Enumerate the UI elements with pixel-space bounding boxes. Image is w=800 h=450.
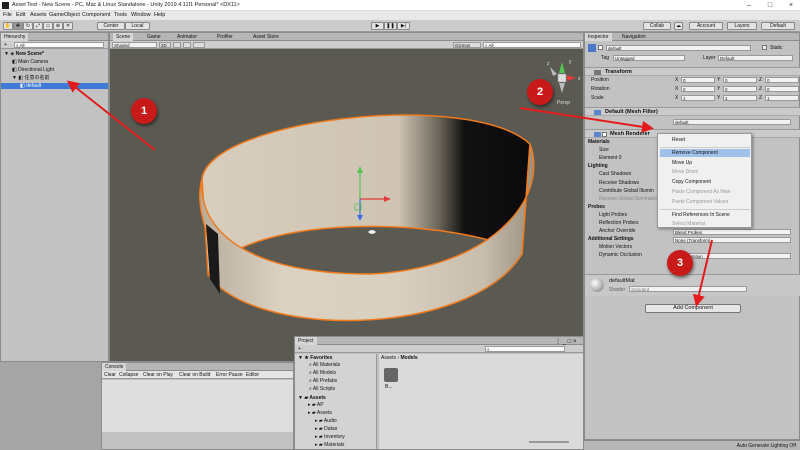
annotation-marker-1: 1 <box>131 98 157 124</box>
annotation-overlay <box>66 80 713 307</box>
arrow-3 <box>693 239 713 307</box>
arrow-2 <box>519 107 654 133</box>
annotation-marker-3: 3 <box>667 250 693 276</box>
annotation-marker-2: 2 <box>527 79 553 105</box>
